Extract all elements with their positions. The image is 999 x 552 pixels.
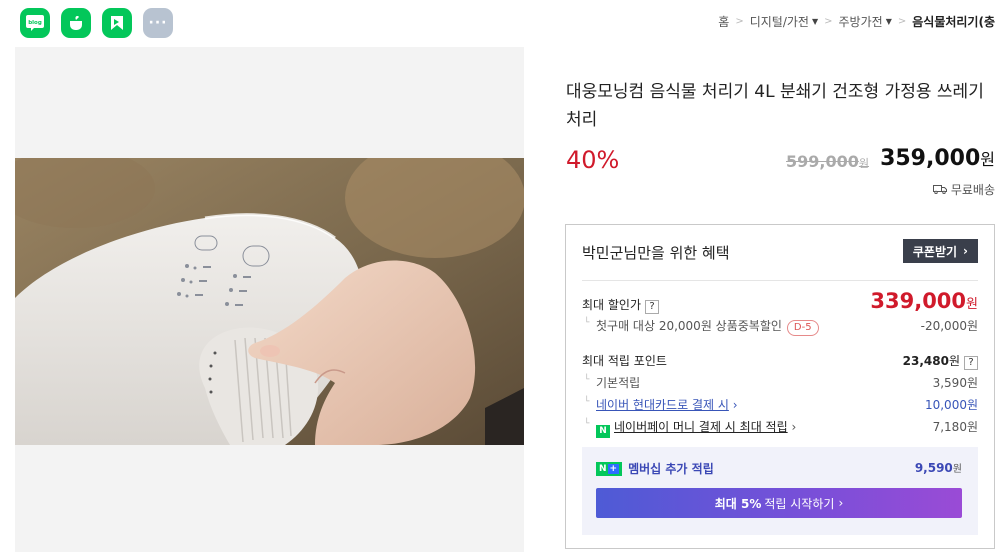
breadcrumb-separator-icon: > [735,16,744,27]
chevron-down-icon[interactable]: ▼ [886,17,892,26]
card-points-row: 네이버 현대카드로 결제 시 › 10,000원 [582,396,978,414]
max-discount-label: 최대 할인가 [582,298,642,312]
first-purchase-label-wrap: 첫구매 대상 20,000원 상품중복할인 D-5 [582,317,819,336]
original-price-value: 599,000 [786,152,859,171]
npay-points-label-wrap[interactable]: N 네이버페이 머니 결제 시 최대 적립 › [582,418,796,438]
shipping-text: 무료배송 [950,183,995,197]
max-discount-unit: 원 [966,297,978,312]
original-price: 599,000원 [786,152,869,171]
cta-text: 적립 시작하기 [764,496,835,511]
top-bar: blog ··· 홈 > 디지털/가전 ▼ > 주방가전 ▼ > 음식물처리기(… [0,0,999,46]
npay-points-label[interactable]: 네이버페이 머니 결제 시 최대 적립 [614,420,788,434]
membership-unit: 원 [952,464,962,475]
share-icons: blog ··· [20,8,173,38]
max-discount-value: 339,000 [870,289,967,313]
first-purchase-value: -20,000원 [920,319,978,333]
help-icon[interactable]: ? [645,300,660,314]
cafe-share-icon[interactable] [61,8,91,38]
discount-rate: 40% [566,146,620,174]
basic-points-value: 3,590원 [932,376,978,390]
blog-share-icon[interactable]: blog [20,8,50,38]
product-title: 대웅모닝컴 음식물 처리기 4L 분쇄기 건조형 가정용 쓰레기 처리 [566,82,984,130]
membership-value-wrap: 9,590원 [915,460,962,475]
chevron-down-icon[interactable]: ▼ [812,17,818,26]
breadcrumb-digital[interactable]: 디지털/가전 [750,13,809,30]
sale-price: 359,000원 [880,146,995,171]
benefit-box: 박민군님만을 위한 혜택 쿠폰받기 › 최대 할인가? 339,000원 첫구매… [565,224,995,549]
original-price-unit: 원 [858,157,869,170]
max-discount-price: 339,000원 [870,289,978,313]
sale-price-unit: 원 [980,150,995,169]
chevron-right-icon: › [732,398,738,412]
start-membership-button[interactable]: 최대 5% 적립 시작하기 › [596,488,962,518]
chevron-right-icon: › [791,420,797,434]
product-image-area [15,47,524,552]
sale-price-value: 359,000 [880,146,981,171]
npay-points-row: N 네이버페이 머니 결제 시 최대 적립 › 7,180원 [582,418,978,438]
basic-points-label: 기본적립 [582,374,640,391]
product-photo[interactable] [15,158,524,445]
help-icon[interactable]: ? [964,356,978,370]
card-points-label[interactable]: 네이버 현대카드로 결제 시 [596,398,729,412]
breadcrumb-separator-icon: > [824,16,833,27]
band-share-icon[interactable] [102,8,132,38]
card-points-value: 10,000원 [924,398,978,412]
naver-plus-icon: N + [596,461,623,476]
coupon-button-label: 쿠폰받기 [912,244,958,259]
chevron-right-icon: › [963,244,968,258]
membership-label: 멤버십 추가 적립 [628,462,714,476]
points-unit: 원 [948,354,960,368]
chevron-right-icon: › [838,496,844,510]
truck-icon [932,183,947,197]
npay-points-value: 7,180원 [932,420,978,434]
more-share-icon[interactable]: ··· [143,8,173,38]
npay-icon: N [596,425,610,438]
cta-bold-text: 최대 5% [714,496,762,511]
basic-points-row: 기본적립 3,590원 [582,374,978,392]
breadcrumb-current[interactable]: 음식물처리기(충 [912,13,995,30]
card-points-label-wrap[interactable]: 네이버 현대카드로 결제 시 › [582,396,738,413]
max-discount-row: 최대 할인가? 339,000원 [582,289,978,315]
points-value-wrap: 23,480원? [903,352,978,370]
first-purchase-label: 첫구매 대상 20,000원 상품중복할인 [596,319,782,333]
breadcrumb-separator-icon: > [897,16,907,27]
breadcrumb-home[interactable]: 홈 [718,13,729,30]
divider [582,280,978,281]
breadcrumb: 홈 > 디지털/가전 ▼ > 주방가전 ▼ > 음식물처리기(충 [718,13,995,30]
more-icon-text: ··· [148,15,168,31]
points-label: 최대 적립 포인트 [582,354,667,368]
shipping-info: 무료배송 [932,181,995,198]
first-purchase-row: 첫구매 대상 20,000원 상품중복할인 D-5 -20,000원 [582,317,978,336]
coupon-button[interactable]: 쿠폰받기 › [902,239,978,263]
membership-box: N + 멤버십 추가 적립 9,590원 최대 5% 적립 시작하기 › [582,447,978,535]
membership-label-wrap: N + 멤버십 추가 적립 [596,460,714,477]
breadcrumb-kitchen[interactable]: 주방가전 [839,13,883,30]
blog-icon-text: blog [28,20,42,26]
points-value: 23,480 [902,354,949,368]
points-row: 최대 적립 포인트 23,480원? [582,352,978,372]
max-discount-label-wrap: 최대 할인가? [582,296,660,314]
d-day-badge: D-5 [786,320,819,336]
benefit-header: 박민군님만을 위한 혜택 [582,244,730,262]
membership-value: 9,590 [914,461,953,475]
